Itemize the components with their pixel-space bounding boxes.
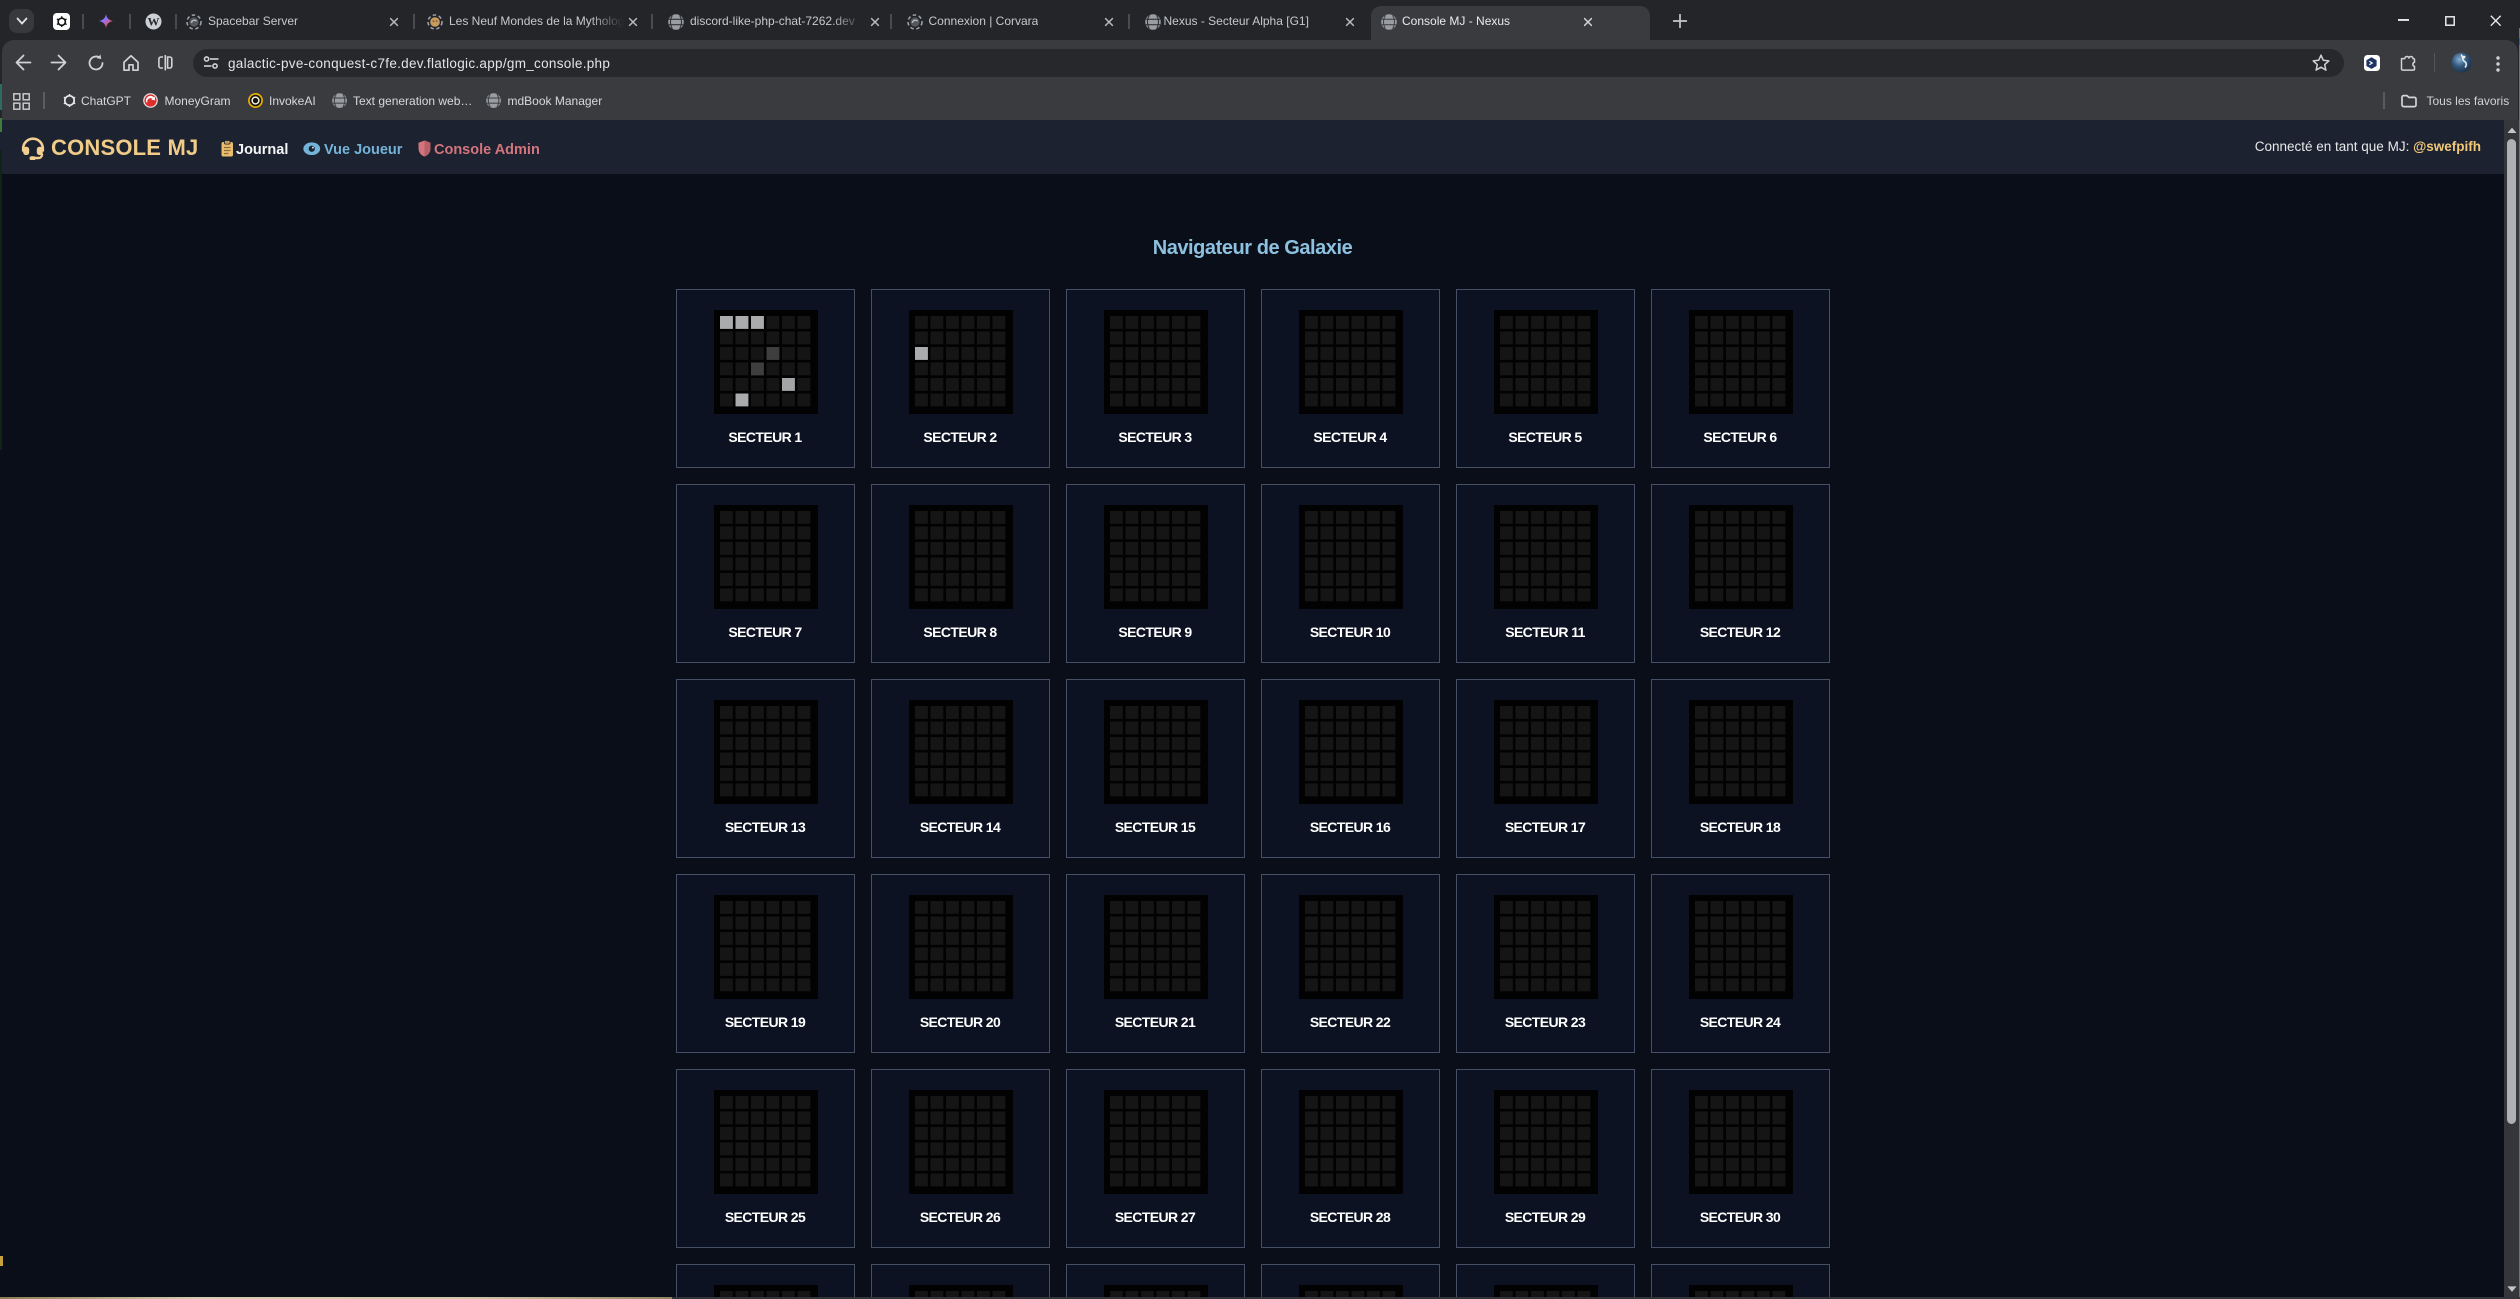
svg-text:W: W [148, 15, 160, 29]
